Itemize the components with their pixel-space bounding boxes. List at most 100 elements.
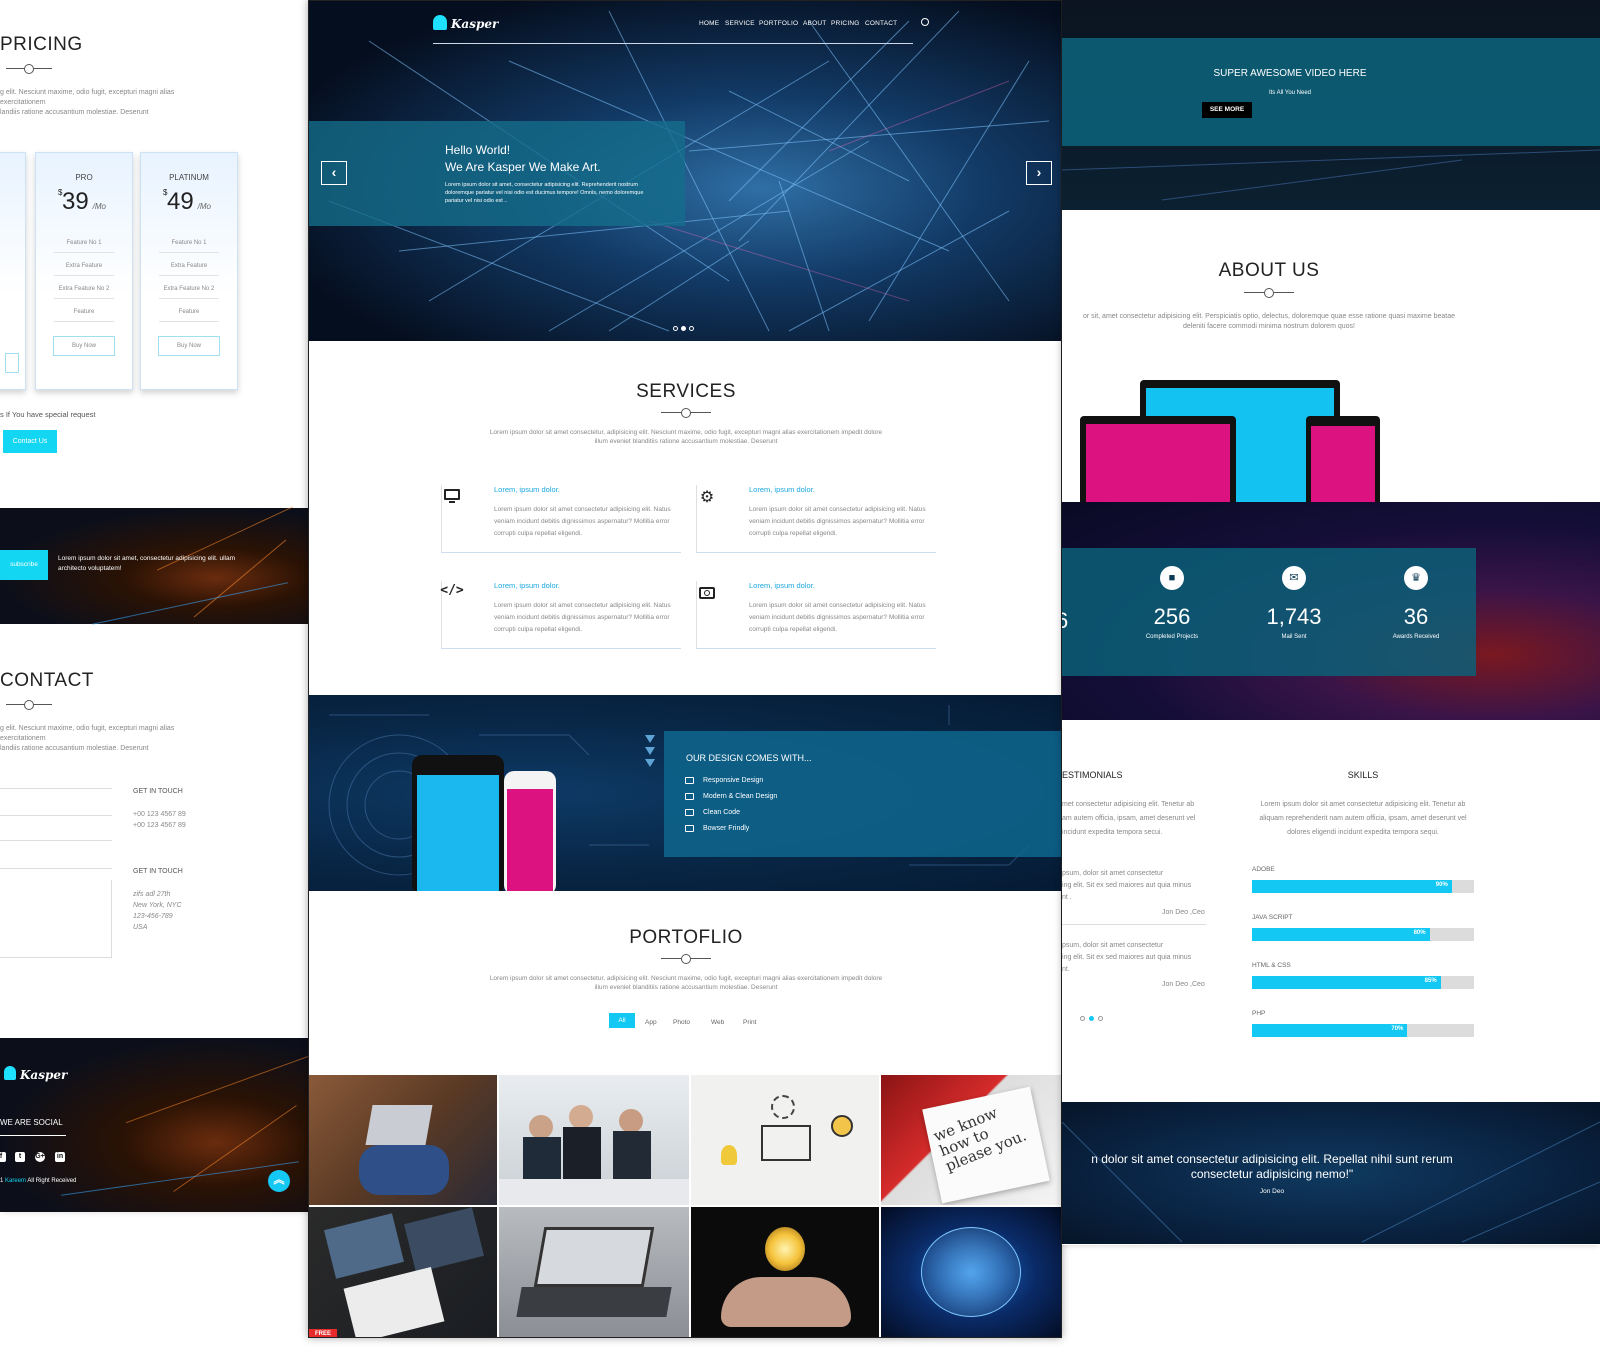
about-title: ABOUT US <box>1218 260 1320 281</box>
portfolio-item[interactable] <box>881 1207 1061 1337</box>
stat-label: Mail Sent <box>1281 634 1307 640</box>
see-more-button[interactable]: SEE MORE <box>1202 102 1252 118</box>
plan-price: $ 49/Mo <box>141 188 237 216</box>
buy-now-button[interactable]: Buy Now <box>158 336 220 356</box>
skill-bar: 85% <box>1252 976 1474 989</box>
portfolio-item[interactable] <box>691 1207 879 1337</box>
portfolio-item[interactable]: we know how to please you. <box>881 1075 1061 1205</box>
portfolio-item[interactable] <box>691 1075 879 1205</box>
testimonial-quote: psum, dolor sit amet consectetur ing eli… <box>1062 942 1192 973</box>
hero-caption: Hello World! We Are Kasper We Make Art. … <box>309 121 685 226</box>
service-item: </> Lorem, ipsum dolor. Lorem ipsum dolo… <box>440 581 681 649</box>
service-title: Lorem, ipsum dolor. <box>494 485 560 494</box>
filter-app[interactable]: App <box>645 1019 657 1026</box>
monitor-icon <box>685 809 694 816</box>
google-plus-icon[interactable]: G+ <box>35 1152 45 1162</box>
contact-phone: +00 123 4567 89 <box>133 822 186 829</box>
facebook-icon[interactable]: f <box>0 1152 6 1162</box>
stat-number: 256 <box>1153 604 1191 629</box>
testimonial-dot[interactable] <box>1098 1016 1103 1021</box>
skills-title: SKILLS <box>1347 770 1379 780</box>
phone-mockup-dark <box>412 755 504 891</box>
design-feature-item: Clean Code <box>685 809 740 816</box>
slider-dot-active[interactable] <box>681 326 686 331</box>
slider-next-button[interactable]: › <box>1026 161 1052 185</box>
design-features-box: OUR DESIGN COMES WITH... Responsive Desi… <box>664 731 1061 857</box>
folder-icon: ■ <box>1160 566 1184 590</box>
nav-contact[interactable]: CONTACT <box>865 20 897 27</box>
pricing-divider <box>6 68 52 70</box>
trophy-icon: ♛ <box>1404 566 1428 590</box>
skill-bar-fill: 70% <box>1252 1024 1408 1037</box>
stats-box: 6 ■ 256 Completed Projects ✉ 1,743 Mail … <box>1062 548 1476 676</box>
service-text: Lorem ipsum dolor sit amet consectetur a… <box>749 506 926 537</box>
filter-web[interactable]: Web <box>711 1019 724 1026</box>
contact-address-line: USA <box>133 924 148 931</box>
design-feature-item: Bowser Frindly <box>685 825 749 832</box>
get-in-touch-heading: GET IN TOUCH <box>133 868 183 875</box>
stat-number: 1,743 <box>1266 604 1322 629</box>
hero-slider: Kasper HOME SERVICE PORTFOLIO ABOUT PRIC… <box>309 1 1061 341</box>
portfolio-item[interactable] <box>499 1075 689 1205</box>
ghost-logo-icon <box>4 1066 16 1080</box>
linkedin-icon[interactable]: in <box>55 1152 65 1162</box>
skill-percent: 70% <box>1391 1026 1404 1032</box>
slider-dot[interactable] <box>689 326 694 331</box>
nav-home[interactable]: HOME <box>699 20 719 27</box>
right-page-panel: SUPER AWESOME VIDEO HERE Its All You Nee… <box>1062 0 1600 1245</box>
portfolio-item[interactable] <box>309 1075 497 1205</box>
service-item: Lorem, ipsum dolor. Lorem ipsum dolor si… <box>441 485 681 553</box>
slider-dot[interactable] <box>673 326 678 331</box>
portfolio-item[interactable]: FREE <box>309 1207 497 1337</box>
stat-number-partial: 6 <box>1062 608 1069 633</box>
stats-band: 6 ■ 256 Completed Projects ✉ 1,743 Mail … <box>1062 502 1600 720</box>
stat-label: Awards Received <box>1392 634 1440 640</box>
envelope-icon: ✉ <box>1282 566 1306 590</box>
search-icon[interactable] <box>921 18 929 26</box>
slider-prev-button[interactable]: ‹ <box>321 161 347 185</box>
skill-bar-fill: 80% <box>1252 928 1430 941</box>
twitter-icon[interactable]: t <box>15 1152 25 1162</box>
filter-all[interactable]: All <box>609 1013 635 1028</box>
plan-name: PRO <box>75 173 93 182</box>
pricing-card-basic-partial <box>0 152 26 390</box>
subscribe-button[interactable]: subscribe <box>0 550 48 580</box>
contact-email-field[interactable] <box>0 815 112 816</box>
filter-print[interactable]: Print <box>743 1019 756 1026</box>
contact-phone: +00 123 4567 89 <box>133 811 186 818</box>
monitor-icon <box>685 777 694 784</box>
nav-service[interactable]: SERVICE <box>725 20 755 27</box>
stat-number: 36 <box>1403 604 1429 629</box>
free-badge: FREE <box>309 1329 337 1337</box>
video-subtitle: Its All You Need <box>1268 90 1312 96</box>
testimonial-author: Jon Deo ,Ceo <box>1162 909 1205 916</box>
buy-now-button[interactable] <box>5 353 19 373</box>
phone-mockup-light <box>504 771 556 891</box>
contact-message-textarea[interactable] <box>0 880 112 958</box>
site-logo[interactable]: Kasper <box>451 17 498 31</box>
tablet-mockup <box>1306 416 1380 512</box>
contact-phone-field[interactable] <box>0 840 112 841</box>
nav-about[interactable]: ABOUT <box>803 20 826 27</box>
testimonial-dot-active[interactable] <box>1089 1016 1094 1021</box>
service-text: Lorem ipsum dolor sit amet consectetur a… <box>749 602 926 633</box>
footer-logo[interactable]: Kasper <box>20 1068 67 1082</box>
portfolio-item[interactable] <box>499 1207 689 1337</box>
contact-address-line: New York, NYC <box>133 902 182 909</box>
plan-period: /Mo <box>92 202 107 211</box>
stat-label: Completed Projects <box>1145 634 1199 640</box>
scroll-to-top-icon[interactable]: ︽ <box>268 1170 290 1192</box>
testimonial-dot[interactable] <box>1080 1016 1085 1021</box>
contact-name-field[interactable] <box>0 788 112 789</box>
nav-portfolio[interactable]: PORTFOLIO <box>759 20 798 27</box>
filter-photo[interactable]: Photo <box>673 1019 690 1026</box>
quote-line2: consectetur adipisicing nemo!" <box>1190 1167 1354 1181</box>
copyright: 1 Kareem All Right Received <box>0 1178 77 1184</box>
contact-us-button[interactable]: Contact Us <box>3 430 57 453</box>
skill-name: ADOBE <box>1252 866 1275 873</box>
design-features-band: OUR DESIGN COMES WITH... Responsive Desi… <box>309 695 1061 891</box>
nav-pricing[interactable]: PRICING <box>831 20 860 27</box>
skill-name: PHP <box>1252 1010 1266 1017</box>
buy-now-button[interactable]: Buy Now <box>53 336 115 356</box>
contact-subject-field[interactable] <box>0 868 112 869</box>
